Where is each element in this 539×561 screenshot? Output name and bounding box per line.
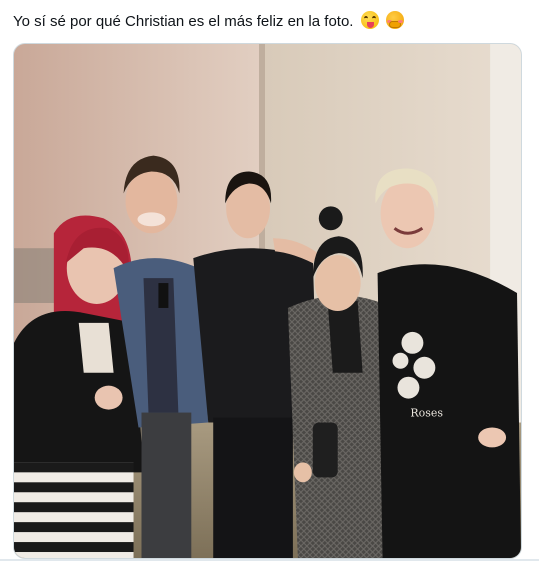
tweet-text: Yo sí sé por qué Christian es el más fel… — [13, 13, 354, 30]
tweet-photo[interactable]: Roses — [13, 43, 522, 559]
blushing-face-icon — [385, 11, 404, 29]
shirt-text: Roses — [410, 407, 443, 420]
group-photo-illustration: Roses — [14, 44, 521, 558]
tweet-post: Yo sí sé por qué Christian es el más fel… — [0, 0, 539, 561]
tweet-text-row: Yo sí sé por qué Christian es el más fel… — [13, 11, 404, 32]
face-with-tongue-icon — [360, 11, 379, 29]
